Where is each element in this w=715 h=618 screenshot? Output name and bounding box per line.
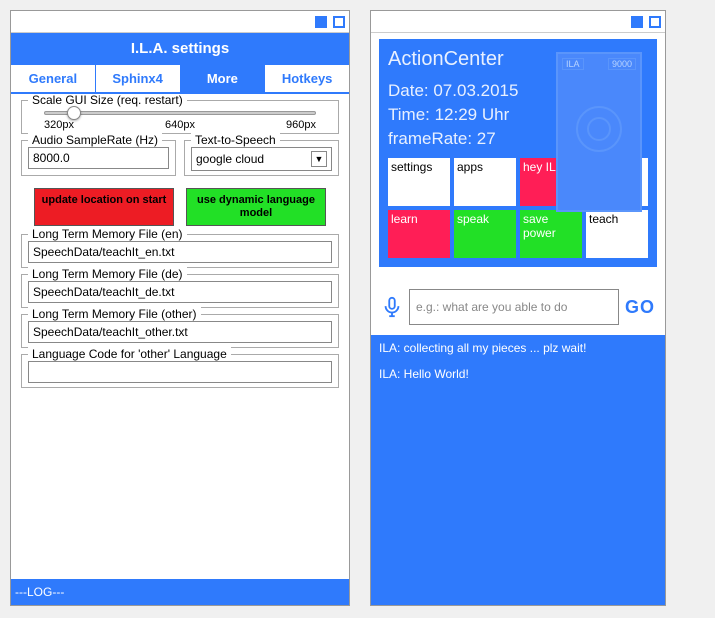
langcode-group: Language Code for 'other' Language (21, 354, 339, 388)
minimize-icon[interactable] (315, 16, 327, 28)
close-icon[interactable] (333, 16, 345, 28)
microphone-icon[interactable] (381, 296, 403, 318)
tab-more[interactable]: More (181, 65, 266, 92)
tab-hotkeys[interactable]: Hotkeys (265, 65, 349, 92)
ltm-en-input[interactable] (28, 241, 332, 263)
scale-gui-label: Scale GUI Size (req. restart) (28, 94, 187, 107)
ltm-de-group: Long Term Memory File (de) (21, 274, 339, 308)
ltm-de-input[interactable] (28, 281, 332, 303)
settings-window: I.L.A. settings General Sphinx4 More Hot… (10, 10, 350, 606)
tile-apps[interactable]: apps (454, 158, 516, 206)
ltm-en-label: Long Term Memory File (en) (28, 227, 187, 241)
tile-learn[interactable]: learn (388, 210, 450, 258)
close-icon[interactable] (649, 16, 661, 28)
titlebar-left (11, 11, 349, 33)
actioncenter-window: ILA 9000 ActionCenter Date: 07.03.2015 T… (370, 10, 666, 606)
device-label-right: 9000 (608, 58, 636, 70)
titlebar-right (371, 11, 665, 33)
minimize-icon[interactable] (631, 16, 643, 28)
ltm-other-group: Long Term Memory File (other) (21, 314, 339, 348)
audio-group: Audio SampleRate (Hz) (21, 140, 176, 176)
tts-select[interactable]: google cloud ▼ (191, 147, 332, 171)
tile-save-power[interactable]: save power (520, 210, 582, 258)
tile-settings[interactable]: settings (388, 158, 450, 206)
tile-speak[interactable]: speak (454, 210, 516, 258)
console-output: ILA: collecting all my pieces ... plz wa… (371, 335, 665, 605)
tile-teach[interactable]: teach (586, 210, 648, 258)
window-title: I.L.A. settings (11, 33, 349, 64)
slider-tick-320: 320px (44, 119, 74, 131)
settings-content: Scale GUI Size (req. restart) 320px 640p… (11, 94, 349, 579)
log-bar: ---LOG--- (11, 579, 349, 605)
slider-thumb-icon[interactable] (67, 106, 81, 120)
chevron-down-icon[interactable]: ▼ (311, 151, 327, 167)
audio-label: Audio SampleRate (Hz) (28, 133, 162, 147)
settings-tabs: General Sphinx4 More Hotkeys (11, 64, 349, 94)
tts-group: Text-to-Speech google cloud ▼ (184, 140, 339, 176)
ltm-de-label: Long Term Memory File (de) (28, 267, 187, 281)
console-line: ILA: collecting all my pieces ... plz wa… (379, 341, 657, 355)
query-row: e.g.: what are you able to do GO (371, 271, 665, 335)
scale-gui-slider[interactable] (44, 111, 316, 115)
console-line: ILA: Hello World! (379, 367, 657, 381)
langcode-label: Language Code for 'other' Language (28, 347, 231, 361)
tts-value: google cloud (196, 152, 264, 166)
action-panel: ILA 9000 ActionCenter Date: 07.03.2015 T… (379, 39, 657, 267)
go-button[interactable]: GO (625, 297, 655, 318)
speaker-device-icon: ILA 9000 (556, 52, 642, 212)
ltm-other-input[interactable] (28, 321, 332, 343)
scale-gui-group: Scale GUI Size (req. restart) 320px 640p… (21, 100, 339, 134)
ltm-en-group: Long Term Memory File (en) (21, 234, 339, 268)
audio-samplerate-input[interactable] (28, 147, 169, 169)
update-location-button[interactable]: update location on start (34, 188, 174, 226)
tab-general[interactable]: General (11, 65, 96, 92)
device-label-left: ILA (562, 58, 584, 70)
ltm-other-label: Long Term Memory File (other) (28, 307, 201, 321)
query-input[interactable]: e.g.: what are you able to do (409, 289, 619, 325)
tab-sphinx4[interactable]: Sphinx4 (96, 65, 181, 92)
slider-tick-640: 640px (165, 119, 195, 131)
tts-label: Text-to-Speech (191, 133, 280, 147)
dynamic-lm-button[interactable]: use dynamic language model (186, 188, 326, 226)
slider-tick-960: 960px (286, 119, 316, 131)
langcode-input[interactable] (28, 361, 332, 383)
